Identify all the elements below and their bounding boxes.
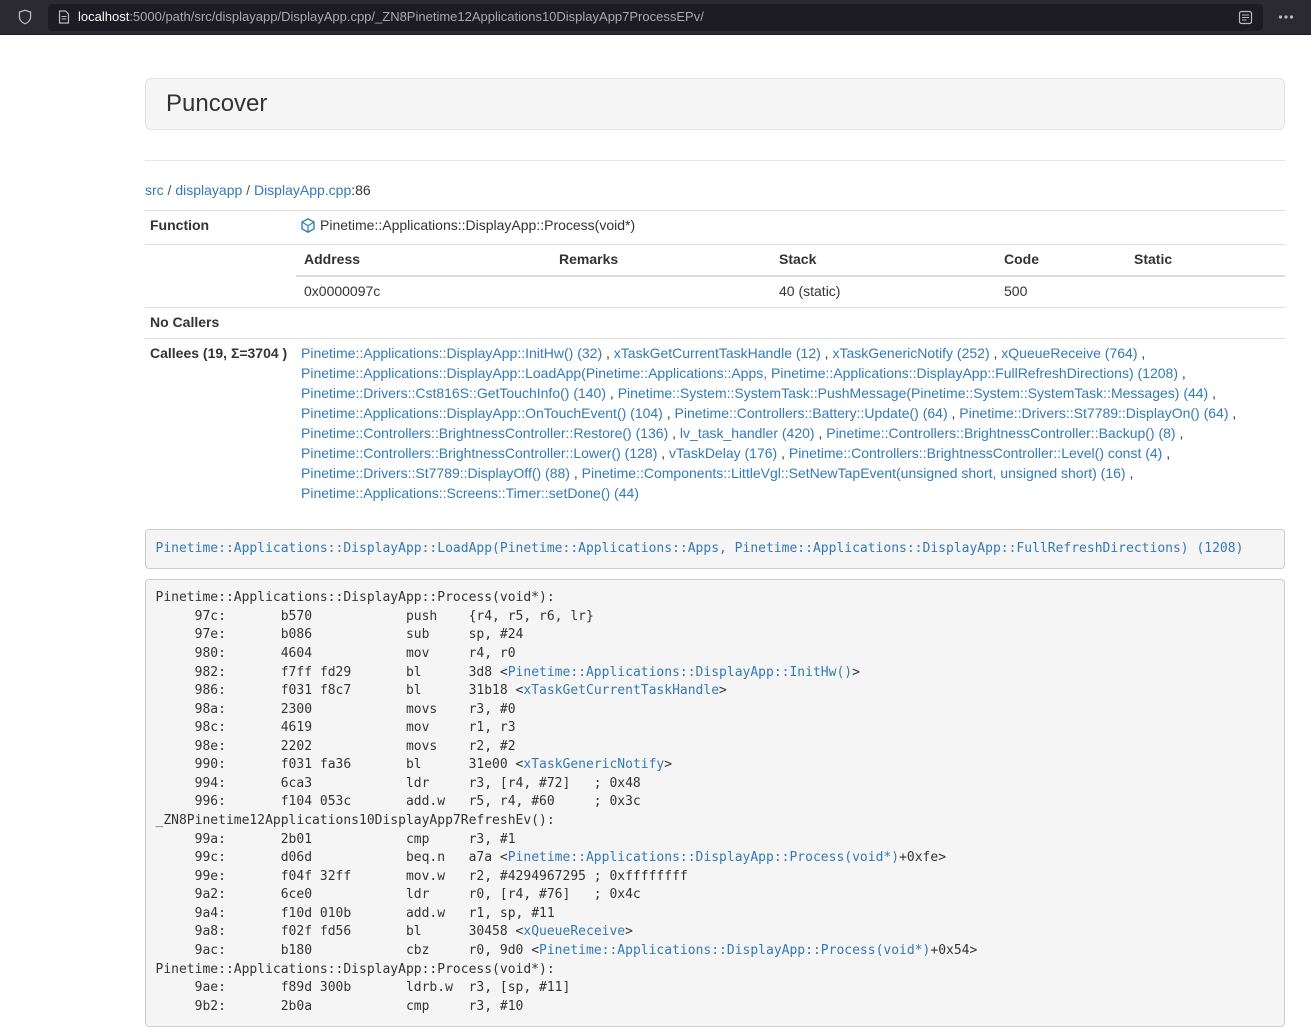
page-title-panel: Puncover [145, 78, 1285, 130]
callee-link[interactable]: Pinetime::Applications::DisplayApp::OnTo… [301, 405, 663, 421]
no-callers-label: No Callers [145, 308, 296, 339]
breadcrumb-separator: / [164, 182, 176, 198]
url-path: :5000/path/src/displayapp/DisplayApp.cpp… [129, 9, 704, 24]
callee-link[interactable]: lv_task_handler (420) [680, 425, 815, 441]
breadcrumb-link[interactable]: displayapp [175, 182, 242, 198]
callee-link[interactable]: Pinetime::Components::LittleVgl::SetNewT… [582, 465, 1126, 481]
callee-separator: , [602, 345, 614, 361]
callee-link[interactable]: Pinetime::Drivers::St7789::DisplayOff() … [301, 465, 570, 481]
page-identity-icon[interactable] [58, 10, 70, 24]
callee-link[interactable]: Pinetime::Applications::DisplayApp::Init… [301, 345, 602, 361]
url-text: localhost:5000/path/src/displayapp/Displ… [78, 8, 1230, 27]
disassembly-symbol-link[interactable]: xQueueReceive [523, 924, 625, 939]
callee-separator: , [668, 425, 680, 441]
callee-link[interactable]: vTaskDelay (176) [669, 445, 777, 461]
address-cell: 0x0000097c [296, 276, 551, 307]
callee-link[interactable]: Pinetime::Applications::DisplayApp::Load… [301, 365, 1178, 381]
callees-cell: Pinetime::Applications::DisplayApp::Init… [296, 339, 1285, 509]
load-app-panel: Pinetime::Applications::DisplayApp::Load… [145, 529, 1285, 569]
callee-link[interactable]: Pinetime::Applications::Screens::Timer::… [301, 485, 639, 501]
callee-link[interactable]: Pinetime::Controllers::BrightnessControl… [301, 425, 668, 441]
metrics-row: Address Remarks Stack Code Static 0x0000… [145, 245, 1285, 308]
address-header: Address [296, 245, 551, 276]
stack-cell: 40 (static) [771, 276, 996, 307]
static-cell [1126, 276, 1285, 307]
disassembly-pre: Pinetime::Applications::DisplayApp::Proc… [145, 579, 1285, 1027]
callee-link[interactable]: Pinetime::Controllers::BrightnessControl… [789, 445, 1162, 461]
url-bar[interactable]: localhost:5000/path/src/displayapp/Displ… [48, 4, 1263, 31]
callee-link[interactable]: Pinetime::Controllers::Battery::Update()… [675, 405, 948, 421]
callee-link[interactable]: xTaskGetCurrentTaskHandle (12) [614, 345, 821, 361]
metrics-table: Address Remarks Stack Code Static 0x0000… [296, 245, 1285, 307]
callee-separator: , [1208, 385, 1216, 401]
callee-separator: , [990, 345, 1002, 361]
function-name: Pinetime::Applications::DisplayApp::Proc… [320, 216, 635, 236]
code-cell: 500 [996, 276, 1126, 307]
breadcrumb-line-number: :86 [351, 182, 370, 198]
breadcrumb-link[interactable]: DisplayApp.cpp [254, 182, 351, 198]
disassembly-symbol-link[interactable]: xTaskGetCurrentTaskHandle [523, 683, 719, 698]
breadcrumb-separator: / [242, 182, 254, 198]
code-header: Code [996, 245, 1126, 276]
callee-separator: , [657, 445, 669, 461]
function-table: Function Pinetime::Applications::Display… [145, 210, 1285, 509]
callee-separator: , [821, 345, 833, 361]
url-host: localhost [78, 9, 129, 24]
function-symbol-icon [301, 216, 315, 239]
stack-header: Stack [771, 245, 996, 276]
no-callers-row: No Callers [145, 308, 1285, 339]
browser-menu-icon[interactable] [1273, 4, 1299, 30]
callee-separator: , [1176, 425, 1184, 441]
callee-link[interactable]: Pinetime::Controllers::BrightnessControl… [826, 425, 1175, 441]
function-label: Function [145, 211, 296, 245]
callees-row: Callees (19, Σ=3704 ) Pinetime::Applicat… [145, 339, 1285, 509]
callee-separator: , [570, 465, 582, 481]
remarks-cell [551, 276, 771, 307]
reader-view-icon[interactable] [1238, 10, 1253, 25]
static-header: Static [1126, 245, 1285, 276]
load-app-link[interactable]: Pinetime::Applications::DisplayApp::Load… [156, 541, 1244, 556]
callee-separator: , [1229, 405, 1237, 421]
disassembly-symbol-link[interactable]: Pinetime::Applications::DisplayApp::Proc… [508, 850, 899, 865]
metrics-value-row: 0x0000097c 40 (static) 500 [296, 276, 1285, 307]
breadcrumb-link[interactable]: src [145, 182, 164, 198]
callee-link[interactable]: xTaskGenericNotify (252) [832, 345, 989, 361]
callee-separator: , [1137, 345, 1145, 361]
page-container: Puncover src / displayapp / DisplayApp.c… [145, 78, 1285, 1027]
remarks-header: Remarks [551, 245, 771, 276]
callee-separator: , [1178, 365, 1186, 381]
callee-link[interactable]: Pinetime::Controllers::BrightnessControl… [301, 445, 657, 461]
callee-link[interactable]: Pinetime::Drivers::Cst816S::GetTouchInfo… [301, 385, 606, 401]
callees-label: Callees (19, Σ=3704 ) [145, 339, 296, 509]
breadcrumb: src / displayapp / DisplayApp.cpp:86 [145, 181, 1285, 201]
callee-separator: , [1126, 465, 1134, 481]
callee-separator: , [663, 405, 675, 421]
function-row: Function Pinetime::Applications::Display… [145, 211, 1285, 245]
callee-separator: , [815, 425, 827, 441]
callee-separator: , [606, 385, 618, 401]
disassembly-symbol-link[interactable]: Pinetime::Applications::DisplayApp::Proc… [539, 943, 930, 958]
metrics-header-row: Address Remarks Stack Code Static [296, 245, 1285, 276]
callee-separator: , [1162, 445, 1170, 461]
tracking-shield-icon[interactable] [12, 4, 38, 30]
page-title: Puncover [166, 91, 1264, 117]
callee-link[interactable]: Pinetime::Drivers::St7789::DisplayOn() (… [959, 405, 1228, 421]
divider [145, 160, 1285, 161]
callee-separator: , [777, 445, 789, 461]
callee-link[interactable]: Pinetime::System::SystemTask::PushMessag… [618, 385, 1209, 401]
disassembly-symbol-link[interactable]: Pinetime::Applications::DisplayApp::Init… [508, 665, 852, 680]
callee-link[interactable]: xQueueReceive (764) [1001, 345, 1137, 361]
browser-toolbar: localhost:5000/path/src/displayapp/Displ… [0, 0, 1311, 35]
callee-separator: , [948, 405, 960, 421]
disassembly-symbol-link[interactable]: xTaskGenericNotify [523, 757, 664, 772]
